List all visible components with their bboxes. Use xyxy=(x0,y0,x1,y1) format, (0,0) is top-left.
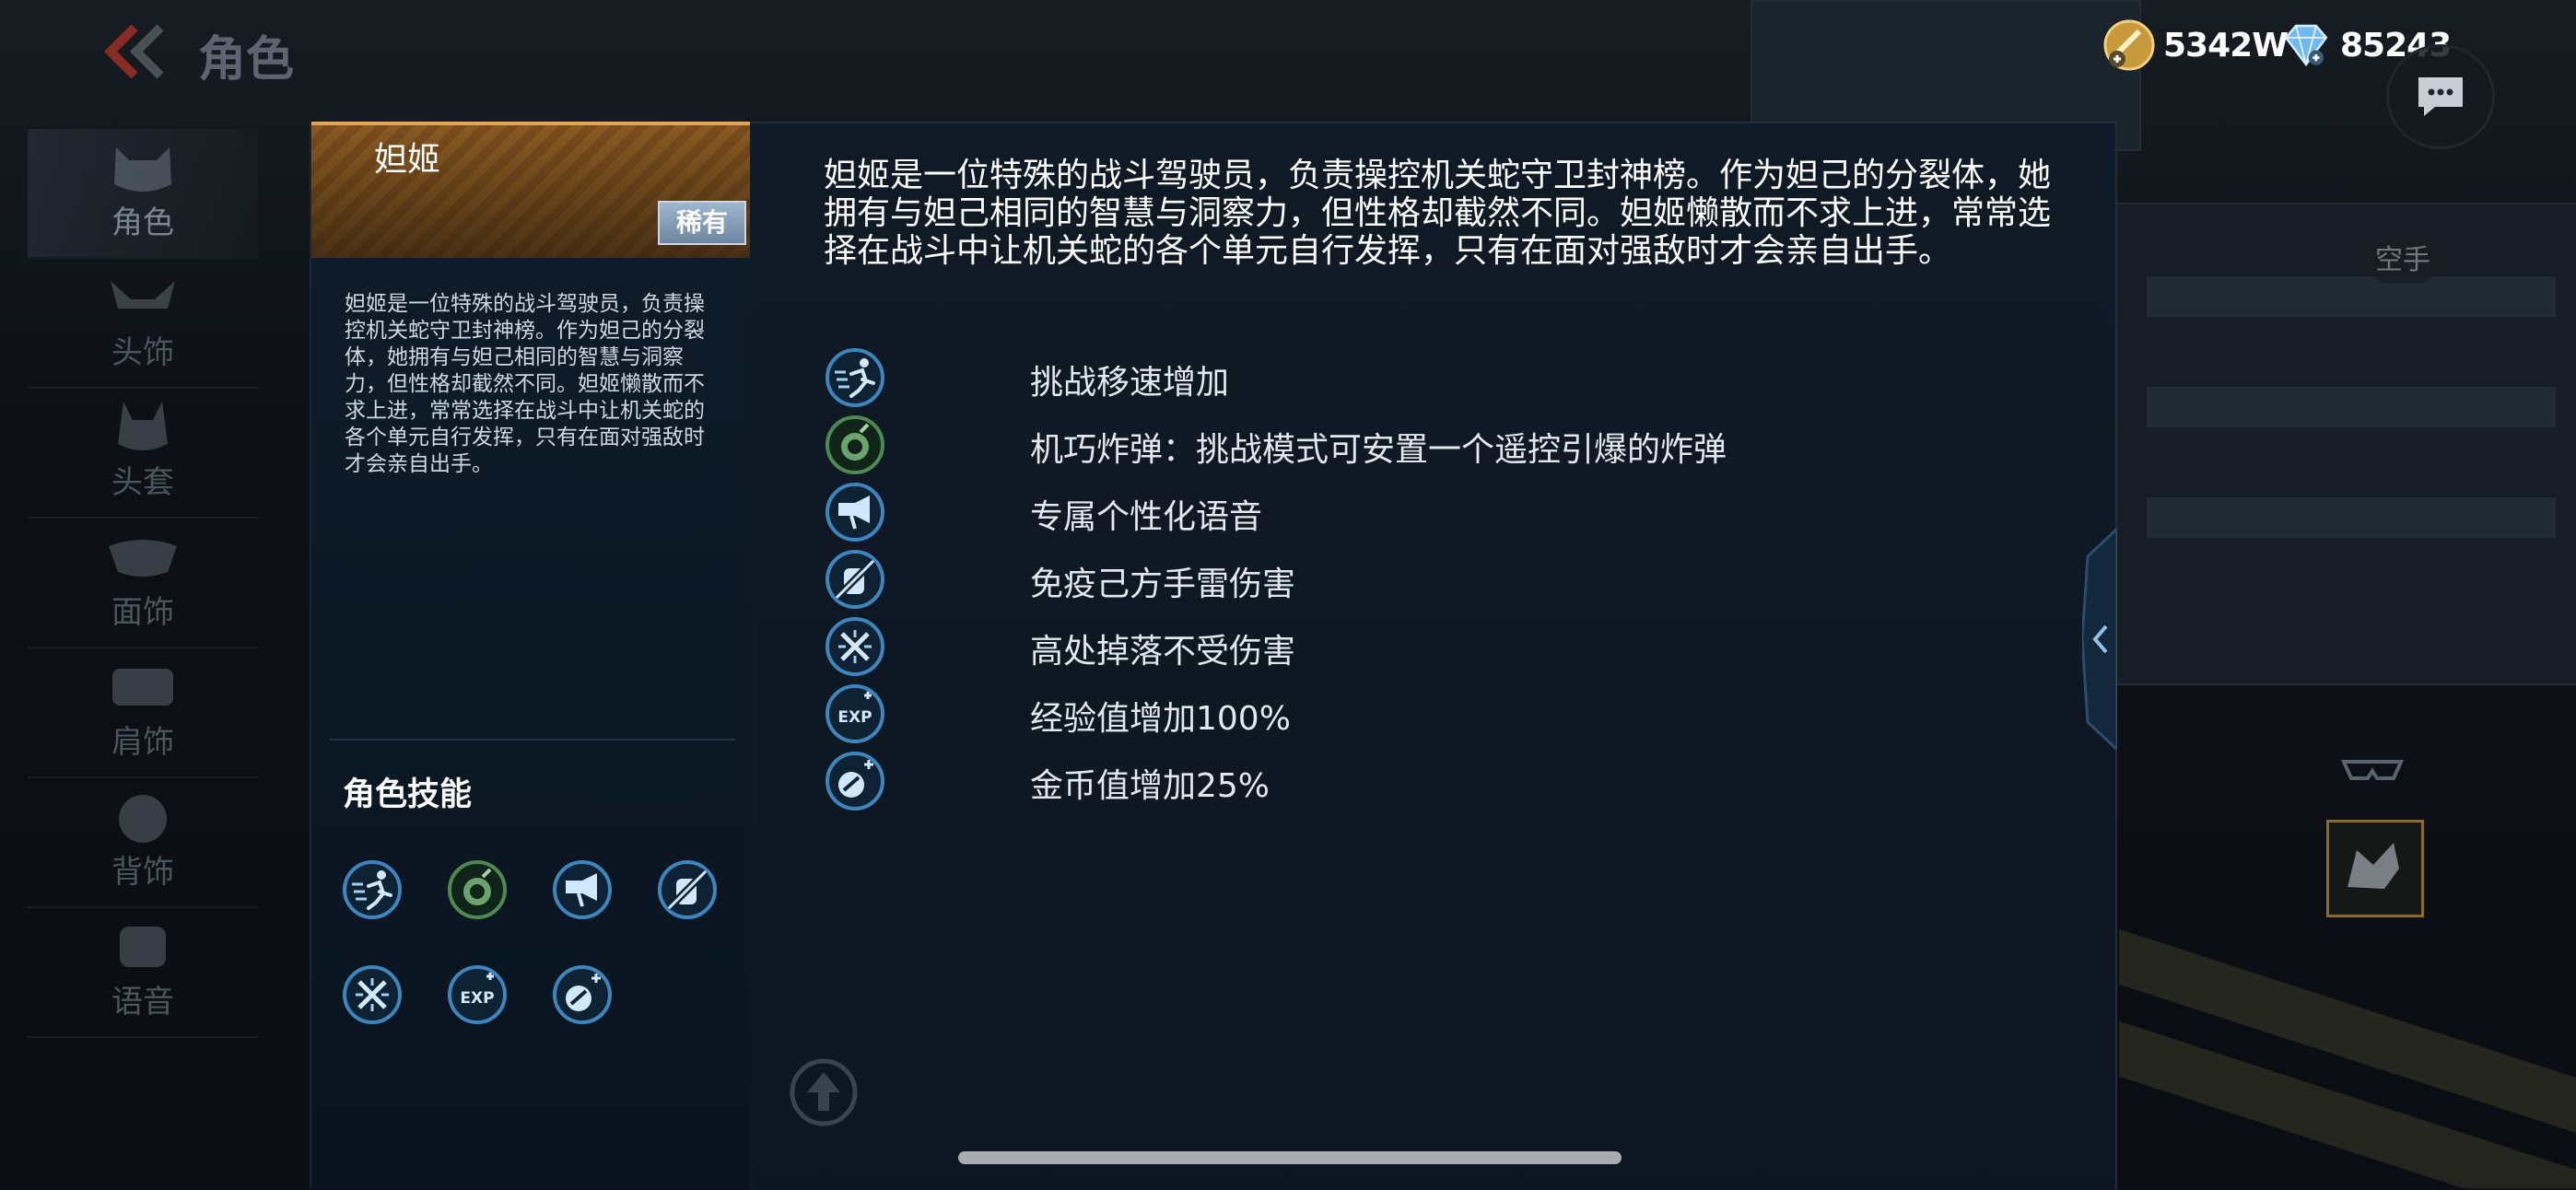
svg-text:EXP: EXP xyxy=(460,989,494,1008)
feature-text: 免疫己方手雷伤害 xyxy=(1030,566,1296,603)
gold-counter[interactable]: 5342W xyxy=(2102,18,2289,72)
gold-coin-icon xyxy=(2103,19,2155,71)
svg-text:EXP: EXP xyxy=(837,708,872,727)
feature-text: 机巧炸弹：挑战模式可安置一个遥控引爆的炸弹 xyxy=(1030,431,1727,469)
empty-hand-label[interactable]: 空手 xyxy=(2366,238,2440,284)
back-arrow-icon[interactable] xyxy=(103,24,168,79)
divider xyxy=(330,739,735,741)
equipped-slot[interactable] xyxy=(2326,820,2424,917)
character-description-short: 妲姬是一位特殊的战斗驾驶员，负责操控机关蛇守卫封神榜。作为妲己的分裂体，她拥有与… xyxy=(345,292,705,476)
bomb-icon xyxy=(825,415,884,474)
nav-item-headwear[interactable]: 头饰 xyxy=(28,259,258,389)
goggles-icon[interactable] xyxy=(2340,751,2405,788)
feature-text: 挑战移速增加 xyxy=(1030,364,1230,402)
page-title: 角色 xyxy=(198,32,295,88)
chat-button[interactable] xyxy=(2386,44,2495,149)
voice-horn-icon[interactable] xyxy=(551,858,614,921)
upgrade-arrow-icon xyxy=(790,1058,858,1126)
character-description: 妲姬是一位特殊的战斗驾驶员，负责操控机关蛇守卫封神榜。作为妲己的分裂体，她拥有与… xyxy=(824,157,2052,270)
home-indicator-bar[interactable] xyxy=(958,1151,1622,1164)
feature-row: 免疫己方手雷伤害 xyxy=(824,548,2021,614)
feature-row: 挑战移速增加 xyxy=(824,346,2021,413)
voice-horn-icon xyxy=(825,483,884,542)
nav-item-shoulder[interactable]: 肩饰 xyxy=(28,648,258,778)
feature-row: 金币值增加25% xyxy=(824,750,2021,816)
grenade-immune-icon xyxy=(825,550,884,609)
chat-bubble-icon xyxy=(2418,77,2463,116)
category-nav: 角色 头饰 头套 面饰 肩饰 背饰 语音 xyxy=(28,129,258,1038)
voice-icon xyxy=(120,927,166,967)
head-cover-icon xyxy=(118,402,168,450)
collapse-panel-tab[interactable] xyxy=(2082,529,2117,750)
grenade-immune-icon[interactable] xyxy=(656,858,719,921)
nav-item-mask[interactable]: 面饰 xyxy=(28,519,258,648)
shoulder-icon xyxy=(112,669,173,706)
nav-label: 头饰 xyxy=(111,334,174,371)
nav-label: 面饰 xyxy=(111,594,174,631)
mask-icon xyxy=(109,540,177,577)
nav-label: 语音 xyxy=(111,984,174,1021)
rarity-badge: 稀有 xyxy=(658,201,746,245)
nav-item-back-accessory[interactable]: 背饰 xyxy=(28,778,258,908)
gold-value: 5342W xyxy=(2163,26,2289,64)
diamond-icon xyxy=(2284,24,2328,67)
exp-boost-icon[interactable]: EXP xyxy=(446,963,509,1026)
wolf-head-icon xyxy=(2348,843,2399,889)
nav-item-head-cover[interactable]: 头套 xyxy=(28,389,258,519)
character-detail-panel: 妲姬是一位特殊的战斗驾驶员，负责操控机关蛇守卫封神榜。作为妲己的分裂体，她拥有与… xyxy=(750,122,2117,1190)
nav-label: 背饰 xyxy=(111,854,174,891)
feature-row: EXP 经验值增加100% xyxy=(824,682,2021,749)
nav-label: 头套 xyxy=(111,464,174,501)
fall-immune-icon xyxy=(825,617,884,676)
headwear-icon xyxy=(111,281,175,309)
coin-boost-icon xyxy=(825,752,884,811)
fall-immune-icon[interactable] xyxy=(341,963,404,1026)
coin-boost-icon[interactable] xyxy=(551,963,614,1026)
feature-text: 金币值增加25% xyxy=(1030,767,1270,805)
top-bar: 角色 5342W 85243 xyxy=(0,0,2576,149)
back-accessory-icon xyxy=(119,795,167,843)
exp-boost-icon: EXP xyxy=(825,684,884,743)
character-header: 妲姬 稀有 xyxy=(311,122,752,258)
character-name: 妲姬 xyxy=(374,141,441,179)
character-card: 妲姬 稀有 妲姬是一位特殊的战斗驾驶员，负责操控机关蛇守卫封神榜。作为妲己的分裂… xyxy=(310,122,755,1188)
feature-text: 经验值增加100% xyxy=(1030,700,1291,738)
nav-label: 肩饰 xyxy=(111,724,174,761)
feature-row: 高处掉落不受伤害 xyxy=(824,615,2021,682)
skills-title: 角色技能 xyxy=(343,776,473,813)
feature-text: 高处掉落不受伤害 xyxy=(1030,633,1296,671)
nav-label: 角色 xyxy=(111,204,174,241)
feature-row: 机巧炸弹：挑战模式可安置一个遥控引爆的炸弹 xyxy=(824,414,2021,480)
running-icon xyxy=(825,348,884,407)
feature-row: 专属个性化语音 xyxy=(824,481,2021,547)
feature-text: 专属个性化语音 xyxy=(1030,498,1263,536)
character-detail-dialog: 妲姬 稀有 妲姬是一位特殊的战斗驾驶员，负责操控机关蛇守卫封神榜。作为妲己的分裂… xyxy=(310,122,2117,1190)
running-icon[interactable] xyxy=(341,858,404,921)
nav-item-voice[interactable]: 语音 xyxy=(28,908,258,1038)
nav-item-character[interactable]: 角色 xyxy=(28,129,258,259)
cat-face-icon xyxy=(114,147,171,192)
bomb-icon[interactable] xyxy=(446,858,509,921)
